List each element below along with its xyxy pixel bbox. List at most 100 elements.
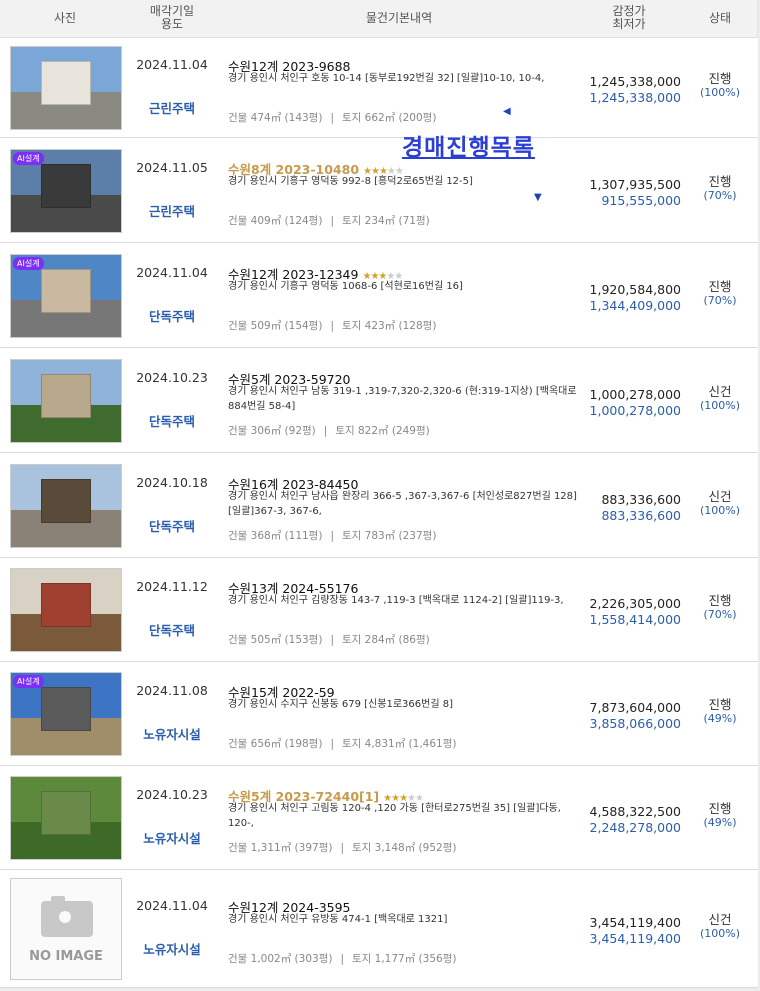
area-info: 건물 474㎡ (143평) | 토지 662㎡ (200평) <box>228 110 436 125</box>
status-percent: (49%) <box>703 816 737 829</box>
status-percent: (100%) <box>699 399 741 412</box>
minimum-price: 2,248,278,000 <box>589 820 681 835</box>
photo-building <box>41 791 91 835</box>
header-photo: 사진 <box>53 11 77 25</box>
usage-type[interactable]: 단독주택 <box>130 306 214 325</box>
property-photo[interactable] <box>10 464 122 548</box>
property-photo[interactable]: AI설계 <box>10 672 122 756</box>
overlay-title: 경매진행목록 <box>402 135 535 161</box>
status-percent: (100%) <box>699 927 741 940</box>
address: 경기 용인시 처인구 유방동 474-1 [백옥대로 1321] <box>228 914 448 925</box>
separator: | <box>330 634 334 646</box>
list-item[interactable]: AI설계 2024.11.05 근린주택 수원8계 2023-10480 ★★★★★ 경기… <box>0 138 758 243</box>
building-area: 건물 474㎡ (143평) <box>228 112 323 124</box>
appraisal-price: 1,920,584,800 <box>589 282 681 297</box>
header-price: 감정가 최저가 <box>612 4 646 31</box>
appraisal-price: 1,245,338,000 <box>589 74 681 89</box>
status: 신건 <box>708 384 732 399</box>
header-date-usage: 매각기일 용도 <box>149 4 195 31</box>
photo-building <box>41 583 91 627</box>
address: 경기 용인시 기흥구 영덕동 992-8 [흥덕2로65번길 12-5] <box>228 176 473 187</box>
property-photo[interactable] <box>10 568 122 652</box>
status-percent: (70%) <box>703 294 737 307</box>
area-info: 건물 1,311㎡ (397평) | 토지 3,148㎡ (952평) <box>228 840 456 855</box>
photo-building <box>41 269 91 313</box>
list-item[interactable]: 2024.11.04 근린주택 수원12계 2023-9688 경기 용인시 처인구 … <box>0 38 758 138</box>
ai-badge: AI설계 <box>13 675 44 688</box>
minimum-price: 915,555,000 <box>601 193 681 208</box>
property-photo[interactable] <box>10 359 122 443</box>
sale-date: 2024.10.23 <box>136 787 208 802</box>
address: 경기 용인시 수지구 신봉동 679 [신봉1로366번길 8] <box>228 699 453 710</box>
building-area: 건물 509㎡ (154평) <box>228 320 323 332</box>
list-item[interactable]: 2024.11.12 단독주택 수원13계 2024-55176 경기 용인시 처인구… <box>0 558 758 662</box>
property-photo[interactable]: AI설계 <box>10 254 122 338</box>
ai-badge: AI설계 <box>13 257 44 270</box>
building-area: 건물 1,311㎡ (397평) <box>228 842 333 854</box>
photo-building <box>41 61 91 105</box>
usage-type[interactable]: 단독주택 <box>130 411 214 430</box>
appraisal-price: 883,336,600 <box>601 492 681 507</box>
usage-type[interactable]: 근린주택 <box>130 201 214 220</box>
address: 경기 용인시 처인구 김량장동 143-7 ,119-3 [백옥대로 1124-… <box>228 595 564 606</box>
status: 신건 <box>708 489 732 504</box>
land-area: 토지 234㎡ (71평) <box>341 215 430 227</box>
area-info: 건물 368㎡ (111평) | 토지 783㎡ (237평) <box>228 528 436 543</box>
list-item[interactable]: NO IMAGE 2024.11.04 노유자시설 수원12계 2024-3595 경기… <box>0 870 758 988</box>
building-area: 건물 505㎡ (153평) <box>228 634 323 646</box>
appraisal-price: 7,873,604,000 <box>589 700 681 715</box>
land-area: 토지 4,831㎡ (1,461평) <box>341 738 457 750</box>
land-area: 토지 1,177㎡ (356평) <box>352 953 457 965</box>
separator: | <box>330 215 334 227</box>
usage-type[interactable]: 노유자시설 <box>130 828 214 847</box>
land-area: 토지 3,148㎡ (952평) <box>352 842 457 854</box>
building-area: 건물 656㎡ (198평) <box>228 738 323 750</box>
land-area: 토지 662㎡ (200평) <box>341 112 437 124</box>
appraisal-price: 3,454,119,400 <box>589 915 681 930</box>
usage-type[interactable]: 노유자시설 <box>130 724 214 743</box>
no-image-thumbnail[interactable]: NO IMAGE <box>10 878 122 980</box>
status: 진행 <box>708 593 732 608</box>
minimum-price: 1,558,414,000 <box>589 612 681 627</box>
list-item[interactable]: 2024.10.23 단독주택 수원5계 2023-59720 경기 용인시 처인구 … <box>0 348 758 453</box>
appraisal-price: 1,000,278,000 <box>589 387 681 402</box>
no-image-label: NO IMAGE <box>29 949 103 964</box>
usage-type[interactable]: 노유자시설 <box>130 939 214 958</box>
separator: | <box>340 842 344 854</box>
area-info: 건물 509㎡ (154평) | 토지 423㎡ (128평) <box>228 318 436 333</box>
building-area: 건물 1,002㎡ (303평) <box>228 953 333 965</box>
minimum-price: 3,858,066,000 <box>589 716 681 731</box>
sale-date: 2024.11.04 <box>136 57 208 72</box>
separator: | <box>340 953 344 965</box>
land-area: 토지 783㎡ (237평) <box>341 530 437 542</box>
sale-date: 2024.10.18 <box>136 475 208 490</box>
area-info: 건물 505㎡ (153평) | 토지 284㎡ (86평) <box>228 632 430 647</box>
address: 경기 용인시 처인구 남동 319-1 ,319-7,320-2,320-6 (… <box>228 386 577 412</box>
usage-type[interactable]: 단독주택 <box>130 516 214 535</box>
status: 신건 <box>708 912 732 927</box>
status-percent: (49%) <box>703 712 737 725</box>
area-info: 건물 409㎡ (124평) | 토지 234㎡ (71평) <box>228 213 430 228</box>
photo-building <box>41 374 91 418</box>
address: 경기 용인시 기흥구 영덕동 1068-6 [석현로16번길 16] <box>228 281 463 292</box>
usage-type[interactable]: 근린주택 <box>130 98 214 117</box>
address: 경기 용인시 처인구 남사읍 완장리 366-5 ,367-3,367-6 [처… <box>228 491 577 517</box>
list-item[interactable]: 2024.10.23 노유자시설 수원5계 2023-72440[1] ★★★★★ 경기… <box>0 766 758 870</box>
area-info: 건물 1,002㎡ (303평) | 토지 1,177㎡ (356평) <box>228 951 456 966</box>
header-state: 상태 <box>708 11 732 25</box>
sale-date: 2024.11.04 <box>136 265 208 280</box>
area-info: 건물 656㎡ (198평) | 토지 4,831㎡ (1,461평) <box>228 736 456 751</box>
status-percent: (100%) <box>699 504 741 517</box>
pointer-icon: ◀ <box>503 106 511 117</box>
list-item[interactable]: AI설계 2024.11.04 단독주택 수원12계 2023-12349 ★★★★★ 경… <box>0 243 758 348</box>
minimum-price: 883,336,600 <box>601 508 681 523</box>
property-photo[interactable]: AI설계 <box>10 149 122 233</box>
sale-date: 2024.11.05 <box>136 160 208 175</box>
usage-type[interactable]: 단독주택 <box>130 620 214 639</box>
property-photo[interactable] <box>10 46 122 130</box>
minimum-price: 3,454,119,400 <box>589 931 681 946</box>
list-item[interactable]: 2024.10.18 단독주택 수원16계 2023-84450 경기 용인시 처인구… <box>0 453 758 558</box>
separator: | <box>323 425 328 437</box>
list-item[interactable]: AI설계 2024.11.08 노유자시설 수원15계 2022-59 경기 용인시 수… <box>0 662 758 766</box>
property-photo[interactable] <box>10 776 122 860</box>
